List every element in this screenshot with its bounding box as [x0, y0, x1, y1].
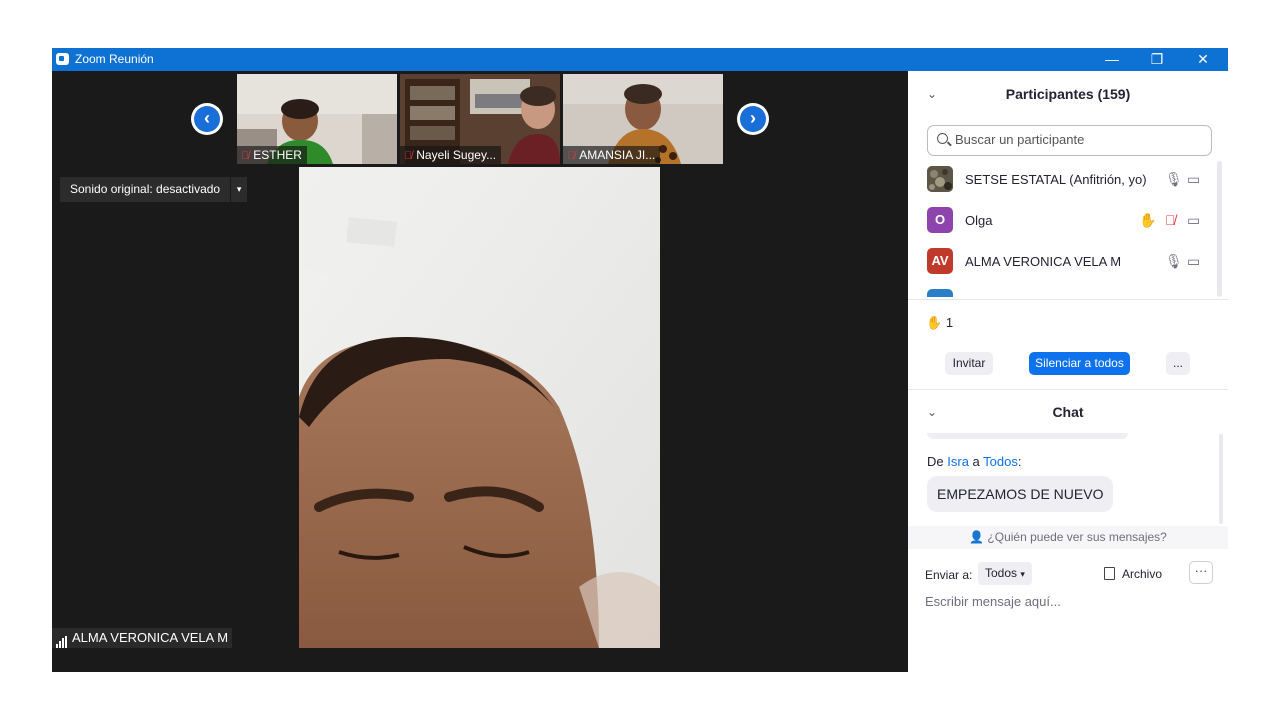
send-to-value: Todos — [985, 566, 1018, 580]
muted-mic-icon: 🎙̸ — [241, 150, 250, 162]
active-speaker-name: ALMA VERONICA VELA M — [72, 630, 229, 645]
active-speaker-name-tag: ALMA VERONICA VELA M — [52, 628, 233, 648]
zoom-window: Zoom Reunión — ❐ ✕ ‹ 🎙̸ ESTHER 🎙̸ Nayeli… — [52, 48, 1228, 672]
video-thumbnail[interactable]: 🎙̸ Nayeli Sugey... — [400, 74, 560, 164]
chat-message-header: De Isra a Todos: — [927, 454, 1022, 469]
participant-row[interactable]: AV ALMA VERONICA VELA M 🎙 ▭ — [908, 241, 1218, 282]
avatar — [927, 166, 953, 192]
chat-from-prefix: De — [927, 454, 944, 469]
muted-mic-icon[interactable]: 🎙̸ — [1165, 212, 1176, 228]
thumbnail-name: ESTHER — [253, 148, 302, 162]
avatar — [927, 289, 953, 297]
video-icon[interactable]: ▭ — [1187, 212, 1200, 229]
file-button[interactable]: Archivo — [1104, 567, 1162, 581]
chat-recipient-link[interactable]: Todos — [983, 454, 1018, 469]
original-sound-button[interactable]: Sonido original: desactivado ▾ — [60, 177, 248, 202]
participant-row[interactable]: O Olga ✋ 🎙̸ ▭ — [908, 200, 1218, 241]
mic-icon[interactable]: 🎙 — [1165, 253, 1183, 270]
participants-more-button[interactable]: ... — [1166, 352, 1190, 375]
chat-message-bubble: EMPEZAMOS DE NUEVO — [927, 476, 1114, 512]
dropdown-arrow-icon[interactable]: ▾ — [230, 177, 247, 202]
participant-name: ALMA VERONICA VELA M — [965, 254, 1122, 269]
signal-strength-icon — [56, 628, 68, 648]
muted-mic-icon: 🎙̸ — [404, 150, 413, 162]
participant-row[interactable] — [908, 282, 1218, 297]
thumbnail-label: 🎙̸ ESTHER — [237, 146, 307, 164]
participant-list: SETSE ESTATAL (Anfitrión, yo) 🎙 ▭ O Olga… — [908, 159, 1218, 297]
minimize-button[interactable]: — — [1092, 48, 1132, 71]
participant-list-scrollbar[interactable] — [1217, 161, 1222, 297]
raised-hands-number: 1 — [945, 315, 954, 330]
send-to-label: Enviar a: — [925, 568, 973, 582]
window-title: Zoom Reunión — [75, 52, 154, 66]
divider — [908, 299, 1228, 300]
raised-hands-count: ✋ 1 — [926, 315, 953, 331]
chat-more-button[interactable]: ··· — [1189, 561, 1213, 584]
thumbnail-name: AMANSIA JI... — [579, 148, 656, 162]
raised-hand-icon[interactable]: ✋ — [1139, 212, 1156, 229]
restore-button[interactable]: ❐ — [1137, 48, 1177, 71]
chevron-down-icon: ▾ — [1020, 569, 1025, 579]
video-thumbnail[interactable]: 🎙̸ AMANSIA JI... — [563, 74, 723, 164]
participant-row[interactable]: SETSE ESTATAL (Anfitrión, yo) 🎙 ▭ — [908, 159, 1218, 200]
zoom-logo-icon — [56, 53, 69, 65]
mute-all-button[interactable]: Silenciar a todos — [1029, 352, 1130, 375]
thumbnail-label: 🎙̸ AMANSIA JI... — [563, 146, 661, 164]
search-icon — [937, 133, 948, 144]
person-lock-icon: 👤 — [969, 530, 985, 544]
participant-name: Olga — [965, 213, 993, 228]
participant-search-input[interactable] — [955, 132, 1205, 147]
active-speaker-video — [299, 167, 660, 648]
chat-connector: a — [972, 454, 980, 469]
chat-message-input[interactable] — [925, 594, 1215, 609]
mic-icon[interactable]: 🎙 — [1165, 171, 1183, 188]
video-area: ‹ 🎙̸ ESTHER 🎙̸ Nayeli Sugey... 🎙̸ AMANSI… — [52, 71, 908, 672]
thumbnail-name: Nayeli Sugey... — [416, 148, 497, 162]
chevron-left-icon: ‹ — [194, 106, 220, 132]
file-icon — [1104, 567, 1115, 580]
original-sound-label: Sonido original: desactivado — [70, 182, 221, 196]
chat-sender-link[interactable]: Isra — [947, 454, 969, 469]
gallery-next-button[interactable]: › — [737, 103, 769, 135]
video-icon[interactable]: ▭ — [1187, 253, 1200, 270]
chevron-right-icon: › — [740, 106, 766, 132]
title-bar: Zoom Reunión — ❐ ✕ — [52, 48, 1228, 71]
chat-privacy-notice[interactable]: 👤 ¿Quién puede ver sus mensajes? — [908, 526, 1228, 549]
thumbnail-label: 🎙̸ Nayeli Sugey... — [400, 146, 502, 164]
participants-title: Participantes (159) — [1005, 86, 1131, 102]
file-label: Archivo — [1122, 567, 1163, 581]
participant-search-box[interactable] — [927, 125, 1212, 156]
speaker-video-image — [299, 167, 660, 648]
participant-name: SETSE ESTATAL (Anfitrión, yo) — [965, 172, 1147, 187]
divider — [908, 389, 1228, 390]
gallery-prev-button[interactable]: ‹ — [191, 103, 223, 135]
close-button[interactable]: ✕ — [1183, 48, 1223, 71]
side-panel: ⌄ Participantes (159) SETSE ESTATAL (Anf… — [908, 71, 1228, 672]
send-to-dropdown[interactable]: Todos ▾ — [978, 562, 1032, 585]
video-thumbnail[interactable]: 🎙̸ ESTHER — [237, 74, 397, 164]
raised-hand-icon: ✋ — [926, 315, 943, 330]
chat-scrollbar[interactable] — [1219, 434, 1223, 524]
avatar: AV — [927, 248, 953, 274]
chat-privacy-text: ¿Quién puede ver sus mensajes? — [987, 530, 1167, 544]
video-icon[interactable]: ▭ — [1187, 171, 1200, 188]
chat-header-colon: : — [1017, 454, 1022, 469]
invite-button[interactable]: Invitar — [945, 352, 993, 375]
previous-message-bubble — [927, 433, 1128, 439]
muted-mic-icon: 🎙̸ — [567, 150, 576, 162]
avatar: O — [927, 207, 953, 233]
chat-title: Chat — [1052, 404, 1084, 420]
